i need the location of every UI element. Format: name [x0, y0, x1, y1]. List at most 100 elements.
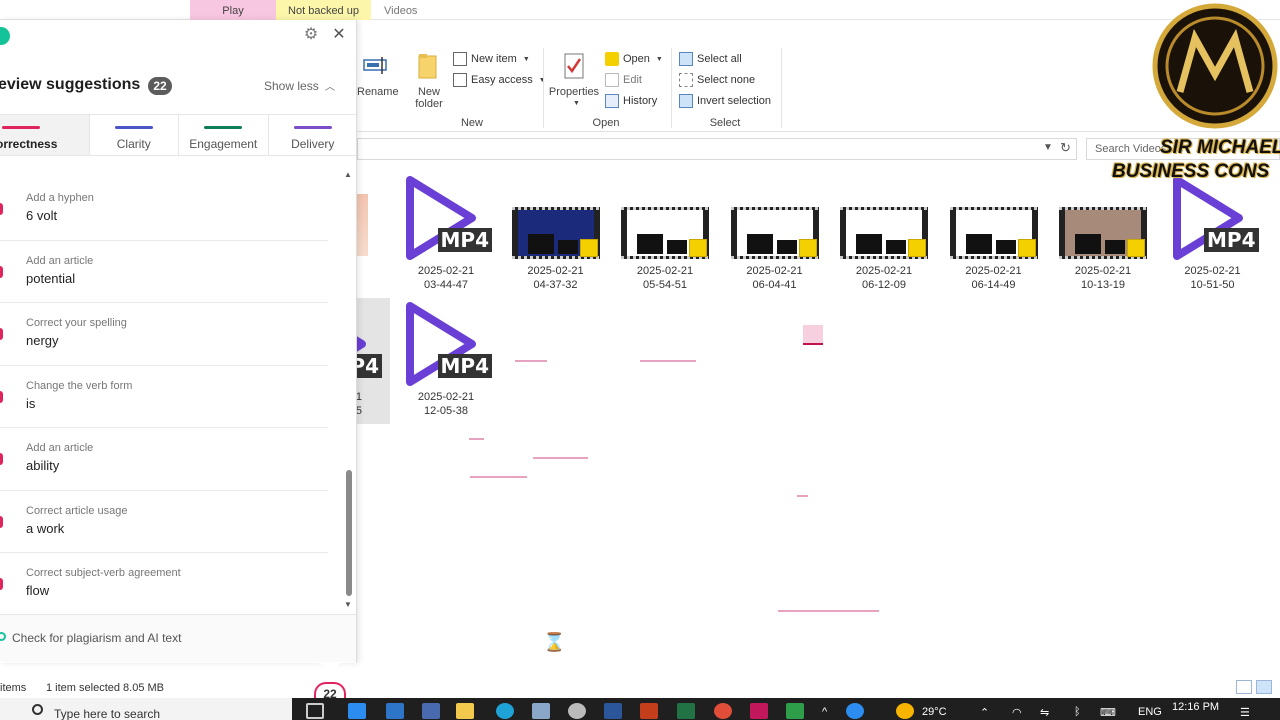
- bluetooth-icon[interactable]: ᛒ: [1074, 706, 1081, 718]
- file-explorer-icon[interactable]: [456, 703, 474, 719]
- video-file-item[interactable]: 2025-02-21 06-12-09: [834, 172, 934, 292]
- plagiarism-check-bar[interactable]: Check for plagiarism and AI text: [0, 614, 356, 662]
- store-icon[interactable]: [422, 703, 440, 719]
- copilot-icon[interactable]: [348, 703, 366, 719]
- history-button[interactable]: History: [605, 94, 657, 108]
- video-file-item[interactable]: MP4 2025-02-21 10-51-50: [1163, 172, 1263, 292]
- powerpoint-icon[interactable]: [640, 703, 658, 719]
- chrome-icon[interactable]: [714, 703, 732, 719]
- tab-clarity[interactable]: Clarity: [90, 115, 179, 155]
- suggestion-list: Add a hyphen 6 volt Add an article potentia…: [0, 178, 328, 616]
- tray-chevron-up-icon[interactable]: ⌃: [980, 706, 989, 719]
- context-tab-not-backed-up[interactable]: Not backed up: [276, 0, 371, 20]
- large-icons-view-button[interactable]: [1256, 680, 1272, 694]
- video-file-item[interactable]: 2025-02-21 04-37-32: [506, 172, 606, 292]
- context-tab-play[interactable]: Play: [190, 0, 276, 20]
- suggestion-category: Correct your spelling: [26, 317, 127, 329]
- chevron-down-icon[interactable]: ▼: [1043, 142, 1053, 153]
- easy-access-icon: [453, 73, 467, 87]
- wifi-icon[interactable]: ◠: [1012, 706, 1022, 719]
- highlight-mark: [469, 438, 484, 440]
- select-all-button[interactable]: Select all: [679, 52, 742, 66]
- tab-correctness[interactable]: orrectness: [0, 115, 90, 155]
- suggestion-card[interactable]: Add an article potential: [0, 241, 328, 303]
- app-icon[interactable]: [750, 703, 768, 719]
- show-hidden-icons[interactable]: ^: [822, 706, 827, 718]
- address-bar[interactable]: [357, 138, 1077, 160]
- video-file-item[interactable]: 2025-02-21 05-54-51: [615, 172, 715, 292]
- open-button[interactable]: Open ▼: [605, 52, 663, 66]
- language-indicator[interactable]: ENG: [1138, 706, 1162, 718]
- taskbar-search[interactable]: Type here to search: [0, 698, 292, 720]
- clock[interactable]: 12:16 PM: [1172, 701, 1219, 714]
- rename-button[interactable]: Rename: [357, 86, 399, 98]
- watermark-logo-icon: [1152, 3, 1278, 129]
- suggestion-card[interactable]: Correct article usage a work: [0, 491, 328, 553]
- suggestion-card[interactable]: Add an article ability: [0, 428, 328, 491]
- new-item-button[interactable]: New item ▼: [453, 52, 530, 66]
- player-badge-icon: [1127, 239, 1145, 257]
- properties-button[interactable]: Properties: [547, 86, 601, 98]
- taskbar: Type here to search ^ 29°C ⌃ ◠ ⇋ ᛒ ⌨ ENG…: [0, 698, 1280, 720]
- tab-engagement[interactable]: Engagement: [179, 115, 269, 155]
- suggestion-category: Correct subject-verb agreement: [26, 567, 181, 579]
- new-folder-button[interactable]: New folder: [409, 86, 449, 110]
- video-file-item[interactable]: MP4 2025-02-21 03-44-47: [396, 172, 496, 292]
- details-view-button[interactable]: [1236, 680, 1252, 694]
- chart-app-icon[interactable]: [786, 703, 804, 719]
- suggestion-text: ability: [26, 458, 60, 473]
- close-icon[interactable]: ✕: [331, 26, 347, 44]
- hourglass-cursor-icon: ⌛: [543, 632, 566, 652]
- select-none-button[interactable]: Select none: [679, 73, 755, 87]
- film-strip-icon: [730, 207, 819, 259]
- suggestion-card[interactable]: Add a hyphen 6 volt: [0, 178, 328, 241]
- scroll-up-icon[interactable]: ▲: [344, 170, 352, 179]
- network-icon[interactable]: ⇋: [1040, 706, 1049, 719]
- task-view-icon[interactable]: [306, 703, 324, 719]
- suggestion-card[interactable]: Change the verb form is: [0, 366, 328, 428]
- suggestion-category: Add an article: [26, 254, 94, 267]
- highlight-mark: [778, 610, 879, 612]
- mp4-badge: MP4: [437, 228, 492, 252]
- video-file-item[interactable]: 2025-02-21 06-04-41: [725, 172, 825, 292]
- video-thumbnail: [948, 172, 1040, 264]
- tab-label: orrectness: [0, 137, 58, 151]
- edit-button[interactable]: Edit: [605, 73, 642, 87]
- suggestion-card[interactable]: Correct subject-verb agreement flow: [0, 553, 328, 616]
- keyboard-icon[interactable]: ⌨: [1100, 706, 1116, 719]
- scrollbar-thumb[interactable]: [346, 470, 352, 596]
- app-icon[interactable]: [532, 703, 550, 719]
- word-icon[interactable]: [604, 703, 622, 719]
- correctness-dot-icon: [0, 578, 3, 590]
- mail-icon[interactable]: [386, 703, 404, 719]
- file-name-time: 10-51-50: [1190, 279, 1235, 291]
- new-item-icon: [453, 52, 467, 66]
- scroll-down-icon[interactable]: ▼: [344, 600, 352, 609]
- screen: Play Not backed up Videos Rename New fol…: [0, 0, 1280, 720]
- video-thumbnail: MP4: [400, 298, 492, 390]
- video-file-item[interactable]: 2025-02-21 10-13-19: [1053, 172, 1153, 292]
- show-less-button[interactable]: Show less ︿: [264, 78, 335, 93]
- refresh-icon[interactable]: ↻: [1060, 140, 1071, 156]
- settings-icon[interactable]: [568, 703, 586, 719]
- file-name-time: 03-44-47: [423, 279, 469, 291]
- search-icon: [32, 704, 43, 715]
- tab-delivery[interactable]: Delivery: [269, 115, 357, 155]
- help-icon[interactable]: [846, 703, 864, 719]
- easy-access-button[interactable]: Easy access▼: [453, 73, 546, 87]
- weather-temp[interactable]: 29°C: [922, 706, 947, 718]
- player-badge-icon: [689, 239, 707, 257]
- suggestion-card[interactable]: Correct your spelling nergy: [0, 303, 328, 366]
- explorer-title-strip: Play Not backed up Videos: [0, 0, 1280, 20]
- film-strip-icon: [621, 207, 709, 259]
- excel-icon[interactable]: [677, 703, 695, 719]
- scrollbar[interactable]: ▲ ▼: [344, 170, 354, 610]
- invert-selection-button[interactable]: Invert selection: [679, 94, 771, 108]
- file-name-time: 10-13-19: [1080, 279, 1126, 291]
- notification-icon[interactable]: ☰: [1240, 706, 1250, 719]
- edge-icon[interactable]: [496, 703, 514, 719]
- gear-icon[interactable]: ⚙: [302, 26, 320, 44]
- video-file-item[interactable]: MP4 2025-02-21 12-05-38: [396, 298, 496, 418]
- suggestion-category: Change the verb form: [26, 379, 133, 392]
- video-file-item[interactable]: 2025-02-21 06-14-49: [944, 172, 1044, 292]
